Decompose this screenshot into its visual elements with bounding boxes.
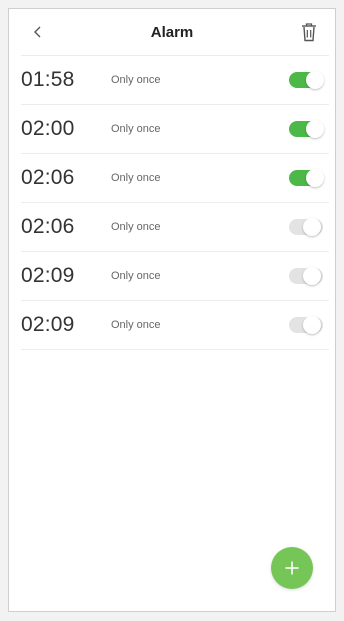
alarm-repeat: Only once	[111, 123, 161, 135]
alarm-time: 02:09	[21, 313, 75, 336]
toggle-knob	[306, 120, 324, 138]
back-button[interactable]	[27, 21, 49, 43]
alarm-row[interactable]: 02:09 Only once	[21, 252, 329, 301]
delete-button[interactable]	[297, 19, 321, 45]
alarm-repeat: Only once	[111, 221, 161, 233]
alarm-toggle[interactable]	[289, 120, 324, 138]
toggle-knob	[306, 71, 324, 89]
alarm-toggle[interactable]	[289, 218, 323, 236]
alarm-time: 01:58	[21, 68, 75, 91]
alarm-row[interactable]: 02:00 Only once	[21, 105, 329, 154]
alarm-screen: Alarm 01:58 Only once 02:00 Only once 02…	[8, 8, 336, 612]
alarm-toggle[interactable]	[289, 316, 323, 334]
plus-icon	[285, 561, 299, 575]
alarm-time: 02:09	[21, 264, 75, 287]
alarm-list: 01:58 Only once 02:00 Only once 02:06 On…	[9, 55, 335, 350]
alarm-time: 02:06	[21, 215, 75, 238]
toggle-knob	[306, 169, 324, 187]
alarm-time: 02:06	[21, 166, 75, 189]
alarm-toggle[interactable]	[289, 71, 324, 89]
alarm-row[interactable]: 02:06 Only once	[21, 203, 329, 252]
add-alarm-button[interactable]	[271, 547, 313, 589]
trash-icon	[302, 23, 316, 42]
alarm-repeat: Only once	[111, 270, 161, 282]
alarm-repeat: Only once	[111, 319, 161, 331]
page-title: Alarm	[150, 23, 194, 41]
toggle-knob	[303, 267, 321, 285]
chevron-left-icon	[34, 26, 41, 38]
alarm-toggle[interactable]	[289, 169, 324, 187]
alarm-toggle[interactable]	[289, 267, 323, 285]
alarm-repeat: Only once	[111, 74, 161, 86]
header-bar: Alarm	[9, 9, 335, 55]
toggle-knob	[303, 218, 321, 236]
alarm-row[interactable]: 02:09 Only once	[21, 301, 329, 350]
alarm-time: 02:00	[21, 117, 75, 140]
toggle-knob	[303, 316, 321, 334]
alarm-repeat: Only once	[111, 172, 161, 184]
alarm-row[interactable]: 01:58 Only once	[21, 55, 329, 105]
alarm-row[interactable]: 02:06 Only once	[21, 154, 329, 203]
